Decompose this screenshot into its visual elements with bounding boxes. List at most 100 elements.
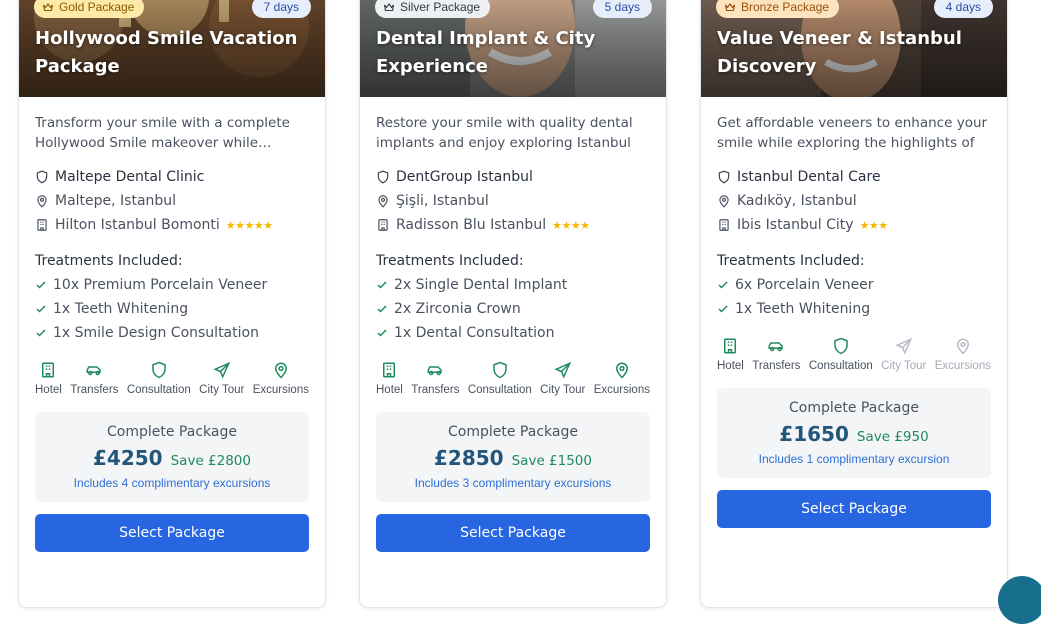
hero-image: Gold Package 7 days Hollywood Smile Vaca… — [19, 0, 325, 97]
treatment-item: 2x Zirconia Crown — [376, 297, 650, 321]
clinic-row: Maltepe Dental Clinic — [35, 165, 309, 189]
feature-label: Hotel — [376, 384, 403, 396]
price-label: Complete Package — [448, 424, 578, 440]
tier-badge: Gold Package — [34, 0, 145, 18]
treatment-item: 1x Smile Design Consultation — [35, 321, 309, 345]
hotel-row: Radisson Blu Istanbul ★★★★ — [376, 213, 650, 237]
clinic-name: Istanbul Dental Care — [737, 169, 881, 185]
location-text: Kadıköy, Istanbul — [737, 193, 857, 209]
feature-label: Transfers — [752, 360, 801, 372]
treatment-item: 1x Teeth Whitening — [35, 297, 309, 321]
price-value: £4250 — [93, 446, 163, 470]
treatment-label: 1x Dental Consultation — [394, 325, 555, 341]
select-package-button[interactable]: Select Package — [376, 514, 650, 552]
clinic-name: Maltepe Dental Clinic — [55, 169, 205, 185]
chat-button[interactable] — [998, 576, 1041, 624]
treatment-item: 6x Porcelain Veneer — [717, 273, 991, 297]
plane-icon — [213, 361, 230, 379]
feature-label: Consultation — [808, 360, 873, 372]
crown-icon — [383, 3, 395, 12]
map-pin-icon — [615, 362, 628, 379]
feature-hotel: Hotel — [35, 361, 62, 396]
select-package-button[interactable]: Select Package — [35, 514, 309, 552]
feature-transfers: Transfers — [752, 337, 800, 372]
feature-label: Consultation — [126, 384, 191, 396]
hotel-name: Radisson Blu Istanbul — [396, 217, 547, 233]
feature-label: Hotel — [35, 384, 62, 396]
treatments-heading: Treatments Included: — [376, 253, 524, 269]
treatment-label: 10x Premium Porcelain Veneer — [53, 277, 268, 293]
car-icon — [427, 366, 443, 376]
treatment-label: 1x Smile Design Consultation — [53, 325, 259, 341]
features-row: Hotel Transfers Consultation City Tour E… — [35, 361, 309, 396]
hotel-stars: ★★★★ — [552, 218, 590, 232]
hero-image: Bronze Package 4 days Value Veneer & Ist… — [701, 0, 1007, 97]
crown-icon — [42, 3, 54, 12]
feature-label: Excursions — [934, 360, 991, 372]
hotel-row: Ibis Istanbul City ★★★ — [717, 213, 991, 237]
check-icon — [718, 281, 728, 289]
treatment-label: 1x Teeth Whitening — [735, 301, 871, 317]
feature-hotel: Hotel — [717, 337, 744, 372]
feature-city-tour: City Tour — [881, 337, 926, 372]
tier-badge: Bronze Package — [716, 0, 840, 18]
hotel-name: Ibis Istanbul City — [737, 217, 854, 233]
building-icon — [378, 219, 388, 231]
map-pin-icon — [719, 195, 729, 208]
treatment-item: 10x Premium Porcelain Veneer — [35, 273, 309, 297]
package-description: Restore your smile with quality dental i… — [376, 115, 633, 151]
savings-value: Save £1500 — [511, 453, 592, 469]
feature-label: Excursions — [593, 384, 650, 396]
check-icon — [377, 329, 387, 337]
treatment-item: 2x Single Dental Implant — [376, 273, 650, 297]
package-description: Get affordable veneers to enhance your s… — [717, 115, 988, 151]
location-text: Maltepe, Istanbul — [55, 193, 177, 209]
duration-badge: 5 days — [592, 0, 652, 18]
feature-consultation: Consultation — [809, 337, 873, 372]
feature-label: Transfers — [70, 384, 119, 396]
shield-icon — [493, 361, 507, 379]
treatment-label: 1x Teeth Whitening — [53, 301, 189, 317]
hotel-stars: ★★★ — [859, 218, 889, 232]
car-icon — [768, 342, 784, 352]
hotel-stars: ★★★★★ — [225, 218, 273, 232]
feature-label: City Tour — [199, 384, 245, 396]
select-package-button[interactable]: Select Package — [717, 490, 991, 528]
location-text: Şişli, Istanbul — [396, 193, 489, 209]
check-icon — [377, 281, 387, 289]
feature-transfers: Transfers — [411, 361, 459, 396]
package-title: Value Veneer & Istanbul Discovery — [717, 28, 962, 77]
price-value: £1650 — [779, 422, 849, 446]
excursions-note: Includes 3 complimentary excursions — [414, 476, 612, 490]
package-title: Dental Implant & City Experience — [376, 28, 596, 77]
feature-consultation: Consultation — [468, 361, 532, 396]
package-title: Hollywood Smile Vacation Package — [35, 28, 298, 77]
package-card-bronze: Bronze Package 4 days Value Veneer & Ist… — [700, 0, 1008, 608]
excursions-note: Includes 4 complimentary excursions — [73, 476, 271, 490]
car-icon — [86, 366, 102, 376]
check-icon — [377, 305, 387, 313]
hotel-icon — [724, 338, 737, 354]
map-pin-icon — [378, 195, 388, 208]
plane-icon — [554, 361, 571, 379]
savings-value: Save £950 — [856, 429, 929, 445]
check-icon — [718, 305, 728, 313]
hotel-icon — [383, 362, 396, 378]
price-value: £2850 — [434, 446, 504, 470]
feature-consultation: Consultation — [127, 361, 191, 396]
treatment-item: 1x Dental Consultation — [376, 321, 650, 345]
hotel-icon — [42, 362, 55, 378]
location-row: Kadıköy, Istanbul — [717, 189, 991, 213]
hotel-name: Hilton Istanbul Bomonti — [55, 217, 220, 233]
tier-badge: Silver Package — [375, 0, 491, 18]
package-card-silver: Silver Package 5 days Dental Implant & C… — [359, 0, 667, 608]
building-icon — [37, 219, 47, 231]
treatment-label: 2x Single Dental Implant — [394, 277, 568, 293]
feature-city-tour: City Tour — [199, 361, 244, 396]
price-label: Complete Package — [107, 424, 237, 440]
feature-excursions: Excursions — [594, 361, 650, 396]
package-card-gold: Gold Package 7 days Hollywood Smile Vaca… — [18, 0, 326, 608]
feature-label: City Tour — [881, 360, 927, 372]
location-row: Maltepe, Istanbul — [35, 189, 309, 213]
features-row: Hotel Transfers Consultation City Tour E… — [717, 337, 991, 372]
